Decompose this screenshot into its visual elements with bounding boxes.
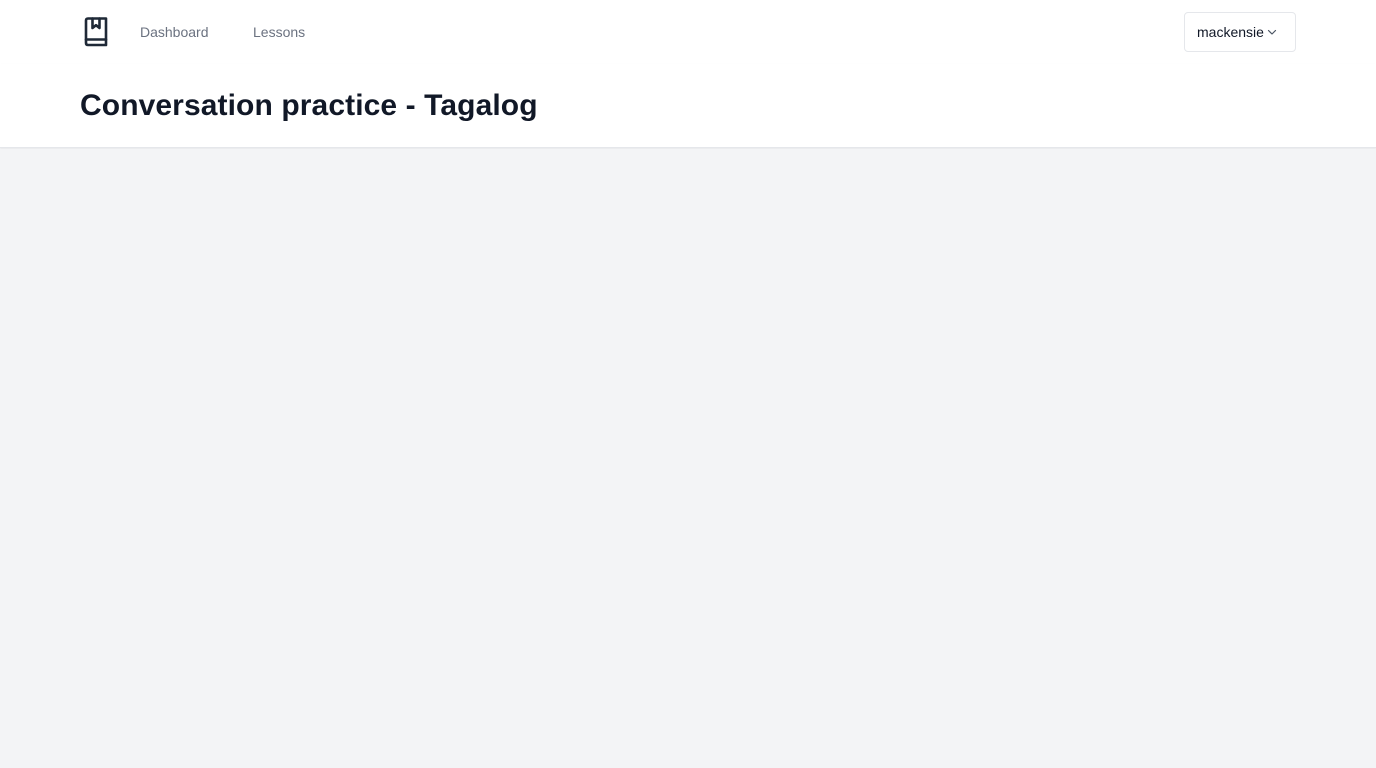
user-name: mackensie — [1197, 24, 1264, 40]
nav-link-lessons[interactable]: Lessons — [253, 22, 305, 42]
user-menu-button[interactable]: mackensie — [1184, 12, 1296, 52]
page-title: Conversation practice - Tagalog — [80, 89, 538, 122]
book-bookmark-icon — [84, 17, 108, 47]
chevron-down-icon — [1267, 27, 1277, 37]
top-navigation: Dashboard Lessons mackensie — [0, 0, 1376, 64]
nav-link-dashboard[interactable]: Dashboard — [140, 22, 209, 42]
page-header: Conversation practice - Tagalog — [0, 64, 1376, 148]
main-content — [0, 149, 1376, 768]
home-logo-link[interactable] — [80, 15, 112, 49]
